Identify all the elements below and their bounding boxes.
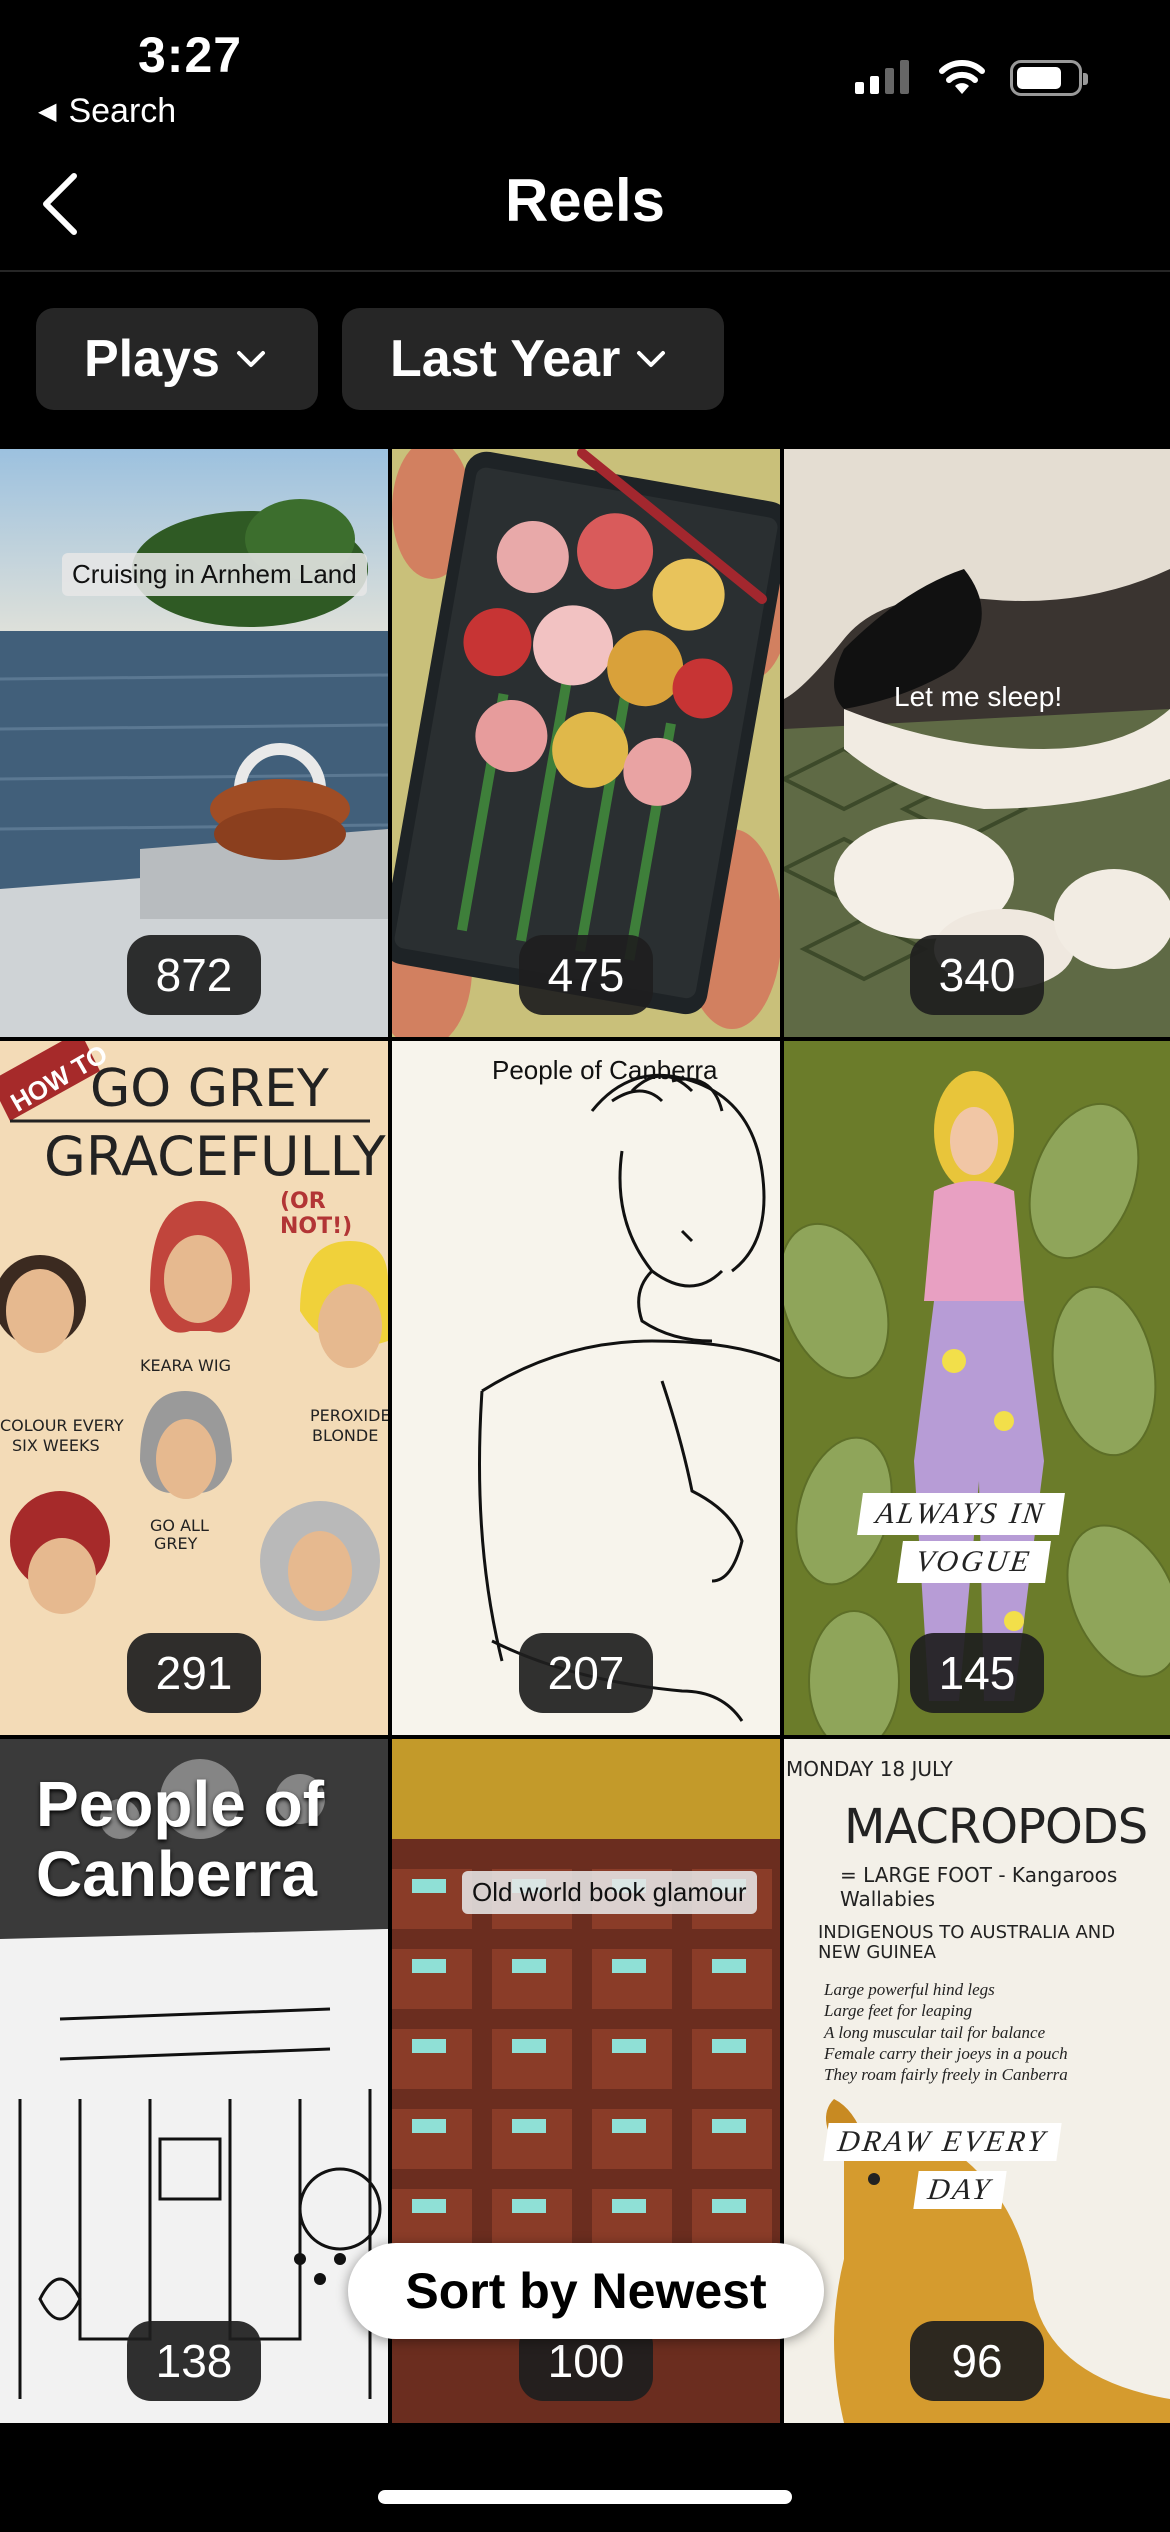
reel-tile[interactable]: People of Canberra 138 — [0, 1739, 388, 2423]
play-count: 291 — [127, 1633, 261, 1713]
play-count: 872 — [127, 935, 261, 1015]
chevron-down-icon — [637, 351, 666, 367]
reel-tile[interactable]: 475 — [392, 449, 780, 1037]
artwork-text: (OR NOT!) — [280, 1189, 353, 1239]
nav-bar: Reels — [0, 140, 1170, 272]
status-bar: 3:27 ◀ Search — [0, 0, 1170, 140]
svg-text:KEARA WIG: KEARA WIG — [140, 1356, 231, 1375]
play-count: 145 — [910, 1633, 1044, 1713]
artwork-text: INDIGENOUS TO AUSTRALIA AND NEW GUINEA — [818, 1922, 1116, 1963]
svg-text:BLONDE: BLONDE — [312, 1426, 378, 1445]
wifi-icon — [939, 60, 985, 94]
chevron-down-icon — [236, 351, 265, 367]
artwork-text: ALWAYS IN — [857, 1493, 1065, 1535]
cellular-signal-icon — [855, 58, 909, 94]
reel-tile[interactable]: Let me sleep! 340 — [784, 449, 1170, 1037]
artwork-text: DAY — [913, 2171, 1007, 2209]
artwork-text: They roam fairly freely in Canberra — [824, 2065, 1068, 2084]
artwork-text: GO GREY — [90, 1059, 329, 1119]
reel-tile[interactable]: KEARA WIG COLOUR EVERY SIX WEEKS PEROXIDE BL… — [0, 1041, 388, 1735]
artwork-text: DRAW EVERY — [823, 2123, 1062, 2161]
back-triangle-icon: ◀ — [38, 98, 57, 125]
artwork-text: A long muscular tail for balance — [824, 2022, 1046, 2042]
svg-text:COLOUR EVERY: COLOUR EVERY — [0, 1416, 124, 1435]
svg-text:GREY: GREY — [154, 1534, 198, 1553]
artwork-text-list: Large powerful hind legs Large feet for … — [824, 1979, 1164, 2085]
back-to-search-label: Search — [68, 92, 177, 130]
svg-text:SIX WEEKS: SIX WEEKS — [12, 1436, 100, 1455]
artwork-text: VOGUE — [897, 1541, 1051, 1583]
artwork-text: MACROPODS — [844, 1799, 1148, 1855]
reel-thumbnail — [784, 1041, 1170, 1735]
reel-tile[interactable]: People of Canberra 207 — [392, 1041, 780, 1735]
reel-thumbnail — [392, 1041, 780, 1735]
reel-caption: People of Canberra — [492, 1055, 718, 1085]
sort-by-newest-button[interactable]: Sort by Newest — [348, 2243, 824, 2339]
artwork-text-line: People of — [36, 1768, 325, 1840]
artwork-text: Large powerful hind legs — [824, 1980, 995, 1999]
svg-text:PEROXIDE: PEROXIDE — [310, 1406, 388, 1425]
reel-tile[interactable]: MONDAY 18 JULY MACROPODS = LARGE FOOT - … — [784, 1739, 1170, 2423]
status-time: 3:27 — [138, 27, 243, 83]
artwork-text: = LARGE FOOT - Kangaroos Wallabies — [840, 1863, 1118, 1911]
artwork-text: People of Canberra — [36, 1769, 324, 1910]
play-count: 475 — [519, 935, 653, 1015]
play-count: 138 — [127, 2321, 261, 2401]
artwork-text: GRACEFULLY — [44, 1125, 386, 1188]
home-indicator[interactable] — [378, 2490, 792, 2504]
battery-icon — [1010, 60, 1088, 96]
sort-metric-dropdown[interactable]: Plays — [36, 308, 318, 410]
artwork-text: MONDAY 18 JULY — [786, 1757, 953, 1781]
artwork-text: Large feet for leaping — [824, 2001, 973, 2021]
play-count: 96 — [910, 2321, 1044, 2401]
play-count: 207 — [519, 1633, 653, 1713]
time-range-dropdown[interactable]: Last Year — [342, 308, 724, 410]
artwork-text-line: Canberra — [36, 1838, 317, 1911]
page-title: Reels — [504, 167, 666, 234]
artwork-text: Female carry their joeys in a pouch — [824, 2043, 1068, 2063]
reel-caption: Cruising in Arnhem Land — [62, 553, 367, 596]
back-to-search-link[interactable]: ◀ Search — [38, 92, 176, 131]
filter-bar: Plays Last Year — [36, 308, 724, 410]
reel-caption: Let me sleep! — [894, 681, 1063, 712]
reel-tile[interactable]: ALWAYS IN VOGUE 145 — [784, 1041, 1170, 1735]
sort-metric-label: Plays — [84, 330, 220, 388]
time-range-label: Last Year — [390, 330, 621, 388]
play-count: 340 — [910, 935, 1044, 1015]
reel-tile[interactable]: Cruising in Arnhem Land 872 — [0, 449, 388, 1037]
reel-caption: Old world book glamour — [462, 1871, 757, 1914]
svg-text:GO ALL: GO ALL — [150, 1516, 209, 1535]
